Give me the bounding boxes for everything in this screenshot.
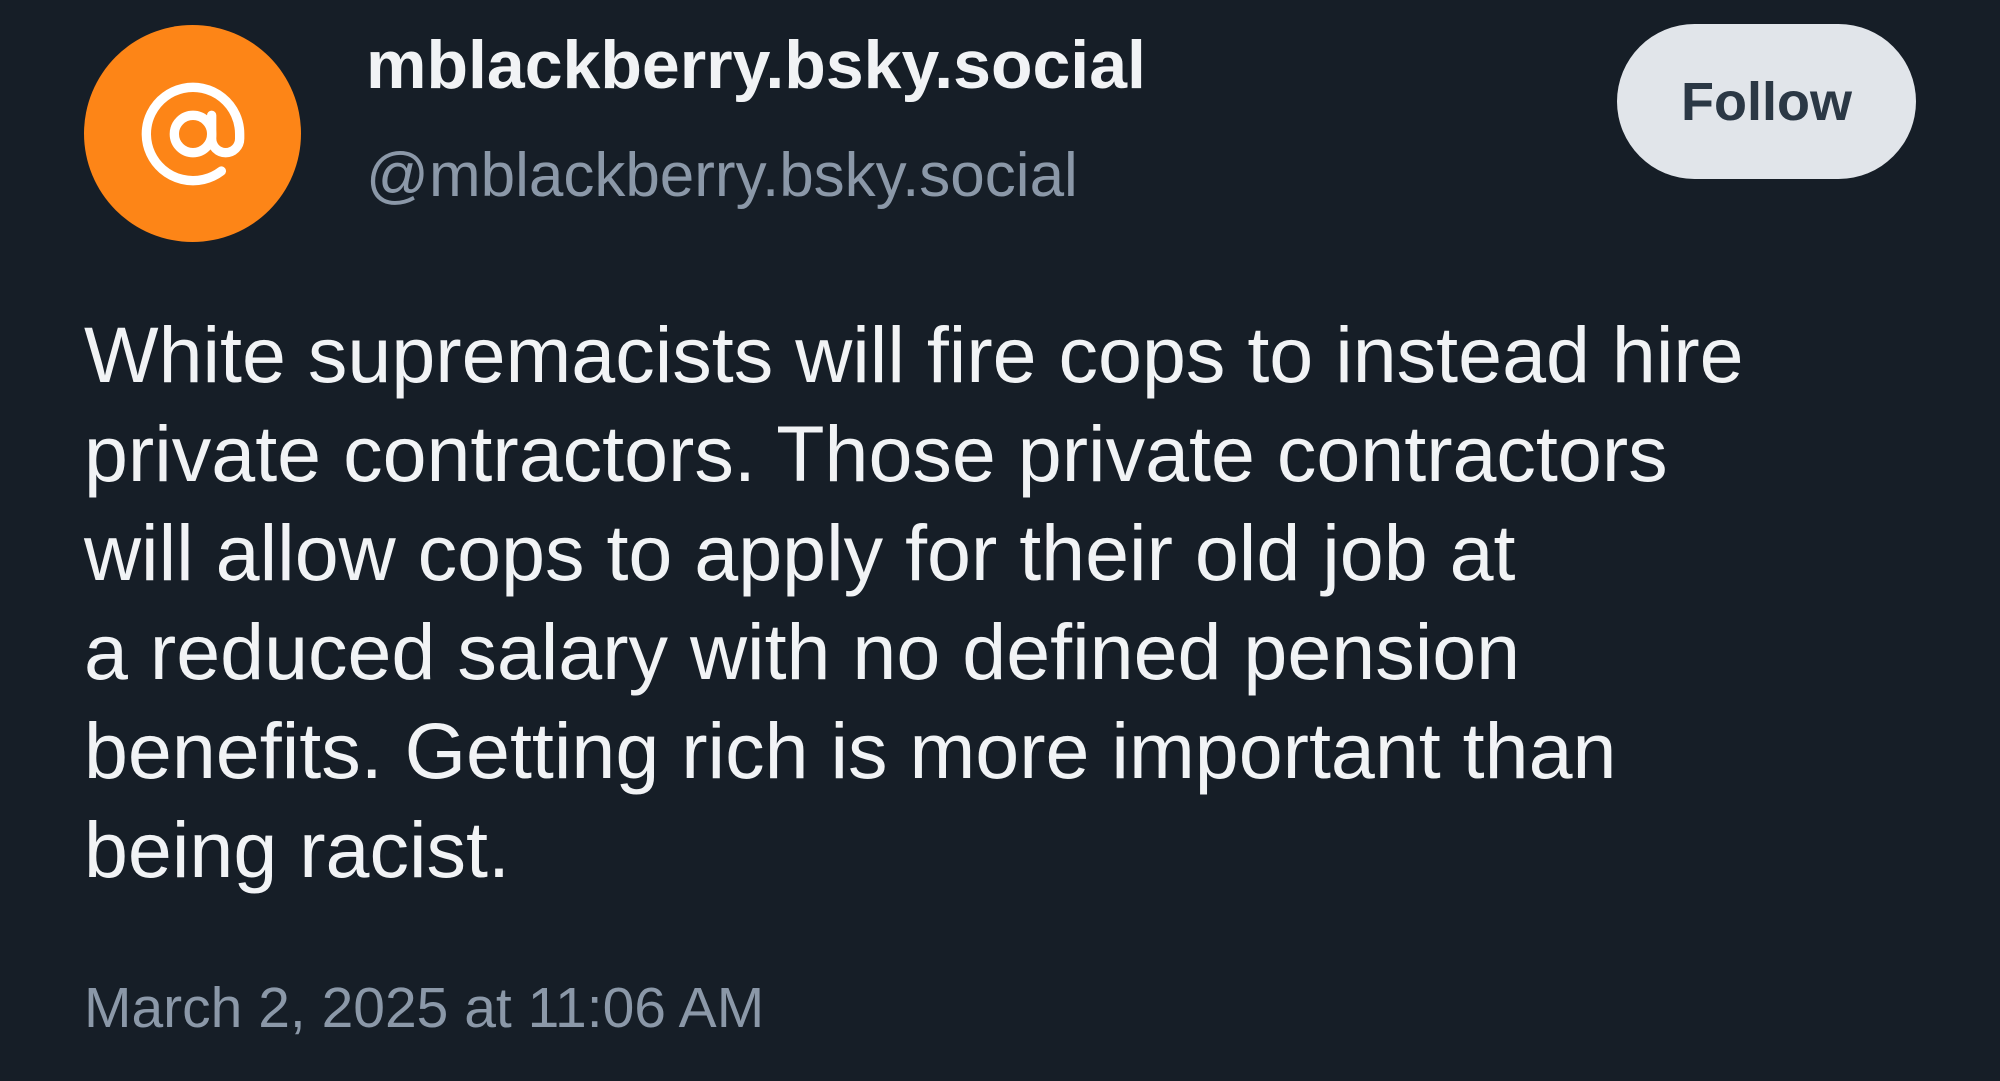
post-text-line: being racist.: [84, 805, 510, 894]
display-name[interactable]: mblackberry.bsky.social: [366, 26, 1146, 104]
follow-button[interactable]: Follow: [1617, 24, 1916, 179]
at-sign-icon: [141, 82, 244, 185]
avatar[interactable]: [84, 25, 301, 242]
post-text-line: a reduced salary with no defined pension: [84, 607, 1521, 696]
post-text-line: private contractors. Those private contr…: [84, 409, 1668, 498]
post-text: White supremacists will fire cops to ins…: [84, 305, 1944, 899]
post-text-line: will allow cops to apply for their old j…: [84, 508, 1516, 597]
post-timestamp[interactable]: March 2, 2025 at 11:06 AM: [84, 975, 764, 1041]
user-handle[interactable]: @mblackberry.bsky.social: [366, 140, 1078, 211]
post-text-line: White supremacists will fire cops to ins…: [84, 310, 1744, 399]
post-text-line: benefits. Getting rich is more important…: [84, 706, 1617, 795]
post-card: mblackberry.bsky.social @mblackberry.bsk…: [0, 0, 2000, 1081]
